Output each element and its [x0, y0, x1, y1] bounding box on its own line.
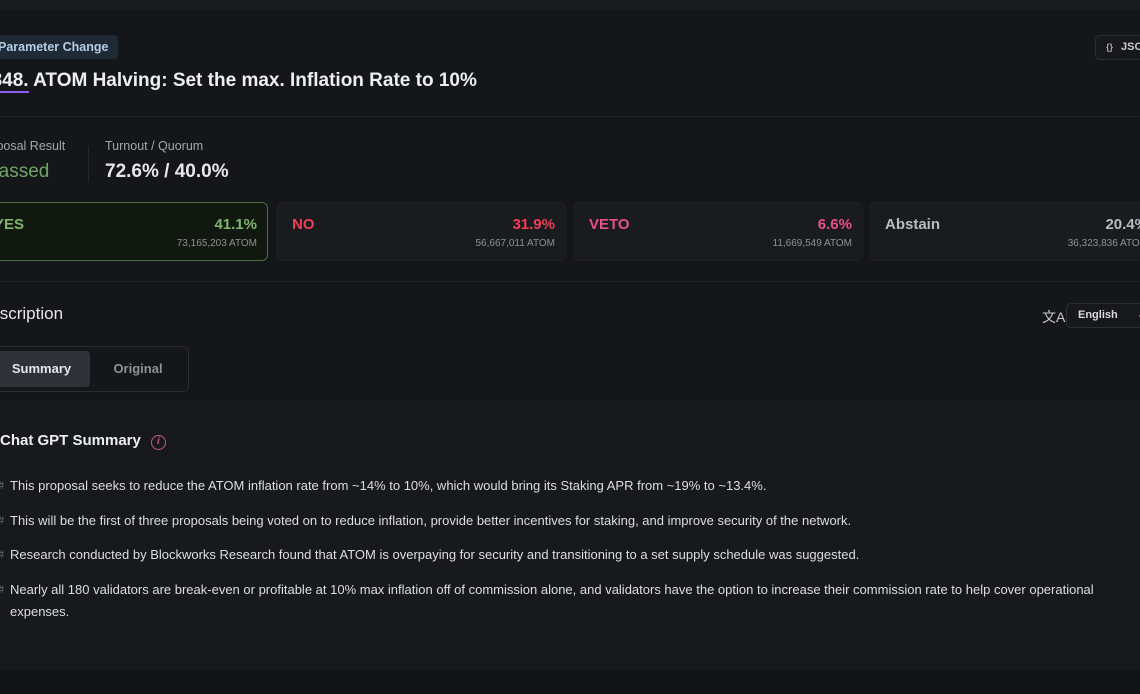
json-button-label: JSON — [1121, 41, 1140, 53]
list-item-text: This proposal seeks to reduce the ATOM i… — [10, 478, 767, 493]
hash-icon: # — [0, 579, 4, 601]
vote-percent: 41.1% — [214, 216, 257, 233]
hash-icon: # — [0, 475, 4, 497]
vote-percent: 6.6% — [817, 216, 852, 233]
vote-name: Abstain — [885, 216, 941, 233]
vote-amount: 11,669,549 ATOM — [772, 238, 853, 249]
vote-card-yes: YES 41.1% 73,165,203 ATOM — [0, 202, 268, 261]
proposal-title: ATOM Halving: Set the max. Inflation Rat… — [33, 70, 477, 91]
list-item-text: Research conducted by Blockworks Researc… — [10, 547, 860, 562]
list-item: # This will be the first of three proposa… — [0, 510, 1125, 532]
language-value: English — [1078, 309, 1118, 321]
vote-amount: 73,165,203 ATOM — [176, 238, 257, 249]
proposal-number: #348. — [0, 70, 29, 93]
language-select[interactable]: English⌄ — [1066, 303, 1140, 328]
json-button[interactable]: {} JSON — [1095, 35, 1140, 60]
description-heading: Description — [0, 304, 64, 323]
vote-percent: 31.9% — [512, 216, 555, 233]
tab-original[interactable]: Original — [94, 351, 182, 387]
list-item: # Research conducted by Blockworks Resear… — [0, 544, 1125, 566]
proposal-type-badge: Parameter Change — [0, 35, 119, 59]
hash-icon: # — [0, 510, 4, 532]
divider — [0, 281, 1140, 282]
result-label: Proposal Result — [0, 139, 66, 153]
list-item-text: Nearly all 180 validators are break-even… — [10, 581, 1094, 619]
hash-icon: # — [0, 544, 4, 566]
vote-amount: 36,323,836 ATOM — [1067, 238, 1140, 249]
description-tabs: Summary Original — [0, 346, 189, 392]
vote-name: YES — [0, 216, 25, 233]
translate-icon: 文A — [1042, 309, 1066, 325]
stats-divider — [88, 146, 89, 182]
info-icon[interactable]: i — [150, 435, 166, 450]
tab-summary[interactable]: Summary — [0, 351, 90, 387]
turnout-label: Turnout / Quorum — [105, 139, 204, 153]
braces-icon: {} — [1106, 42, 1114, 52]
top-bar — [0, 0, 1140, 10]
summary-heading: Chat GPT Summary i — [0, 432, 166, 450]
result-value: Passed — [0, 161, 50, 182]
list-item: # This proposal seeks to reduce the ATOM … — [0, 475, 1125, 497]
vote-amount: 56,667,011 ATOM — [475, 238, 556, 249]
vote-card-no: NO 31.9% 56,667,011 ATOM — [277, 202, 566, 261]
vote-card-veto: VETO 6.6% 11,669,549 ATOM — [574, 202, 863, 261]
vote-percent: 20.4% — [1105, 216, 1140, 233]
turnout-value: 72.6% / 40.0% — [105, 161, 229, 182]
vote-name: NO — [292, 216, 315, 233]
summary-heading-text: Chat GPT Summary — [0, 432, 141, 449]
divider — [0, 116, 1140, 117]
footer-strip — [0, 670, 1140, 694]
vote-name: VETO — [589, 216, 630, 233]
summary-list: # This proposal seeks to reduce the ATOM … — [0, 475, 1125, 635]
page-title: #348. ATOM Halving: Set the max. Inflati… — [0, 70, 477, 93]
list-item: # Nearly all 180 validators are break-eve… — [0, 579, 1125, 623]
list-item-text: This will be the first of three proposal… — [10, 512, 852, 528]
vote-card-abstain: Abstain 20.4% 36,323,836 ATOM — [870, 202, 1140, 261]
